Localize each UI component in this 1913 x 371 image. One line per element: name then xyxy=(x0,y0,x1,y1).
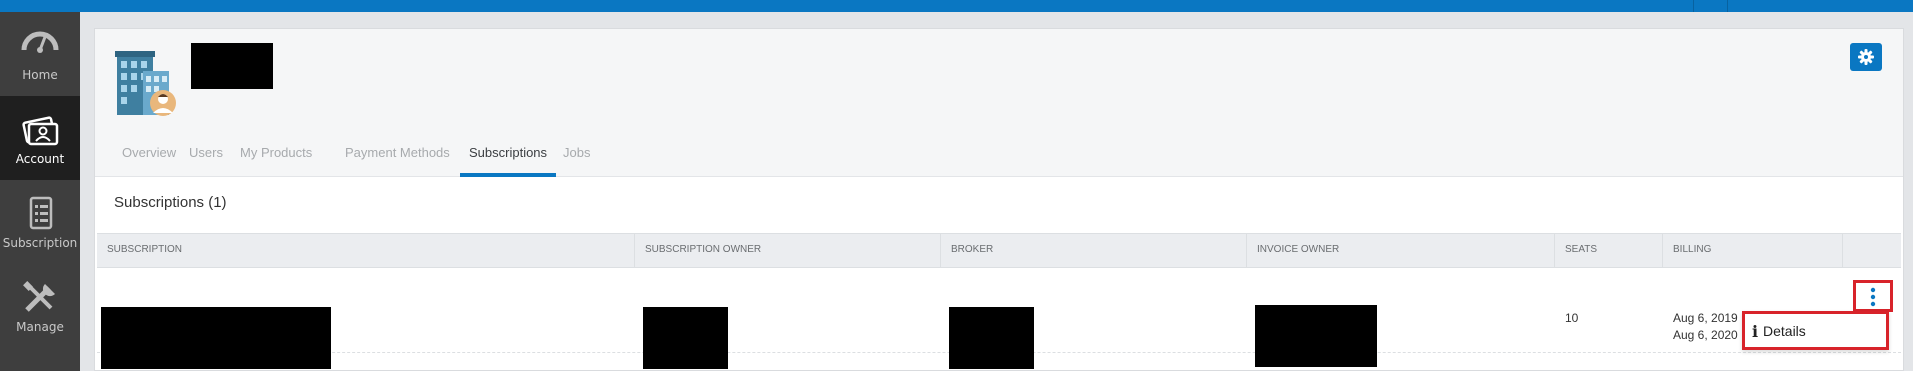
column-header-billing[interactable]: BILLING xyxy=(1663,234,1843,267)
menu-item-details[interactable]: i Details xyxy=(1745,314,1886,347)
menu-item-label: Details xyxy=(1763,323,1806,339)
subscription-name-redacted xyxy=(101,307,331,369)
sidebar-item-label: Manage xyxy=(16,320,64,334)
sidebar-item-home[interactable]: Home xyxy=(0,12,80,96)
invoice-owner-redacted xyxy=(1255,305,1377,367)
sidebar-item-label: Home xyxy=(22,68,58,82)
sidebar-item-label: Subscription xyxy=(2,236,78,250)
settings-button[interactable] xyxy=(1850,43,1882,71)
account-card-icon xyxy=(22,116,59,146)
tab-users[interactable]: Users xyxy=(189,134,223,177)
subscription-owner-redacted xyxy=(643,307,728,369)
tab-overview[interactable]: Overview xyxy=(122,134,176,177)
table-header: SUBSCRIPTION SUBSCRIPTION OWNER BROKER I… xyxy=(97,233,1901,268)
top-bar-divider xyxy=(1693,0,1694,12)
column-header-seats[interactable]: SEATS xyxy=(1555,234,1663,267)
tab-payment-methods[interactable]: Payment Methods xyxy=(345,134,450,177)
tab-my-products[interactable]: My Products xyxy=(240,134,312,177)
building-user-icon xyxy=(115,51,176,116)
account-panel: Overview Users My Products Payment Metho… xyxy=(94,28,1904,371)
account-name-redacted xyxy=(191,43,273,89)
gear-icon xyxy=(1858,49,1874,65)
column-header-subscription-owner[interactable]: SUBSCRIPTION OWNER xyxy=(635,234,941,267)
sidebar-item-manage[interactable]: Manage xyxy=(0,264,80,348)
column-header-invoice-owner[interactable]: INVOICE OWNER xyxy=(1247,234,1555,267)
broker-redacted xyxy=(949,307,1034,369)
column-header-subscription[interactable]: SUBSCRIPTION xyxy=(97,234,635,267)
account-header: Overview Users My Products Payment Metho… xyxy=(95,29,1903,177)
sidebar: Home Account Subscription Manage xyxy=(0,12,80,371)
top-bar-divider xyxy=(1727,0,1728,12)
vertical-ellipsis-icon xyxy=(1870,287,1876,307)
subscription-document-icon xyxy=(29,196,53,230)
sidebar-item-account[interactable]: Account xyxy=(0,96,80,180)
info-icon: i xyxy=(1752,322,1759,341)
column-header-broker[interactable]: BROKER xyxy=(941,234,1247,267)
tools-icon xyxy=(23,281,55,312)
tab-subscriptions[interactable]: Subscriptions xyxy=(460,134,557,177)
subscriptions-heading: Subscriptions (1) xyxy=(114,194,227,211)
sidebar-item-label: Account xyxy=(15,152,65,166)
seats-value: 10 xyxy=(1565,311,1579,325)
sidebar-item-subscription[interactable]: Subscription xyxy=(0,180,80,264)
column-header-actions xyxy=(1843,234,1901,267)
billing-end-date: Aug 6, 2020 xyxy=(1673,328,1738,342)
top-bar xyxy=(0,0,1913,12)
row-actions-button[interactable] xyxy=(1853,280,1893,312)
dashboard-gauge-icon xyxy=(21,31,59,53)
table-row[interactable]: 10 Aug 6, 2019 Aug 6, 2020 xyxy=(97,269,1901,369)
tab-jobs[interactable]: Jobs xyxy=(563,134,590,177)
row-actions-menu: i Details xyxy=(1742,311,1889,350)
billing-start-date: Aug 6, 2019 xyxy=(1673,311,1738,325)
